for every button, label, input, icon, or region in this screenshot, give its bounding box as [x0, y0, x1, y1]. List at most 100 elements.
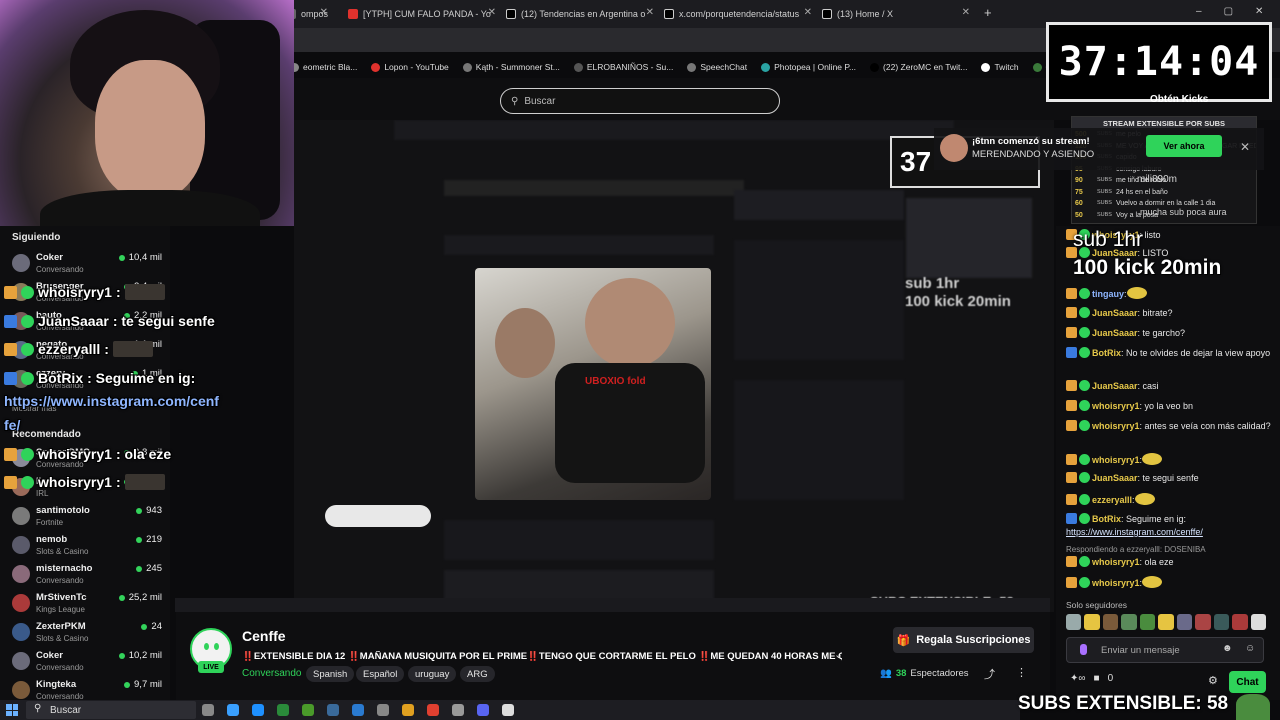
emote-row[interactable] — [1066, 614, 1266, 632]
taskbar-app-icon[interactable] — [502, 704, 514, 716]
chat-username[interactable]: whoisryry1 — [1092, 421, 1140, 431]
taskbar-app-icon[interactable] — [477, 704, 489, 716]
embedded-video-thumbnail[interactable]: UBOXIO fold — [475, 268, 711, 500]
taskbar-search[interactable]: Buscar — [26, 701, 196, 719]
overlay-chat-link[interactable]: https://www.instagram.com/cenf — [4, 393, 219, 409]
smiley-icon[interactable]: ☺ — [1245, 643, 1255, 654]
bookmark-label: Kąth - Summoner St... — [475, 62, 560, 72]
bookmark-item[interactable]: (22) ZeroMC en Twit... — [870, 62, 967, 72]
bookmark-item[interactable]: Kąth - Summoner St... — [462, 62, 560, 72]
taskbar-app-icon[interactable] — [202, 704, 214, 716]
browser-tab[interactable]: x.com/porquetendencia/status ✕ — [664, 4, 812, 24]
chat-username[interactable]: BotRix — [1092, 348, 1121, 358]
close-icon[interactable]: ✕ — [646, 7, 654, 18]
channel-item[interactable]: ZexterPKM Slots & Casino 24 — [12, 619, 162, 647]
maximize-icon[interactable]: ▢ — [1224, 6, 1233, 17]
browser-tab[interactable]: [YTPH] CUM FALO PANDA - Yo ✕ — [348, 4, 496, 24]
kick-icon[interactable]: ✦∞ — [1070, 673, 1086, 684]
close-icon[interactable]: ✕ — [1240, 140, 1250, 154]
chat-username[interactable]: JuanSaaar — [1092, 473, 1138, 483]
chat-username[interactable]: JuanSaaar — [1092, 308, 1138, 318]
close-icon[interactable]: ✕ — [1255, 6, 1263, 17]
channel-category: Slots & Casino — [36, 547, 89, 556]
bookmark-item[interactable]: SpeechChat — [687, 62, 747, 72]
browser-tab[interactable]: ompos ✕ — [290, 4, 328, 24]
share-icon[interactable]: ⤴ — [984, 666, 995, 682]
emote-icon[interactable] — [1158, 614, 1174, 630]
emote-icon[interactable] — [1213, 614, 1230, 630]
windows-start-icon[interactable] — [6, 704, 18, 716]
stream-tag[interactable]: ARG — [460, 666, 495, 682]
streamer-name[interactable]: Cenffe — [242, 628, 286, 644]
taskbar-app-icon[interactable] — [427, 704, 439, 716]
emote-icon[interactable] — [1195, 614, 1211, 630]
taskbar-app-icon[interactable] — [252, 704, 264, 716]
close-icon[interactable]: ✕ — [488, 7, 496, 18]
emote-icon[interactable] — [1102, 614, 1119, 630]
ver-ahora-button[interactable]: Ver ahora — [1146, 135, 1222, 157]
emote-icon[interactable] — [1232, 614, 1248, 630]
channel-item[interactable]: santimotolo Fortnite 943 — [12, 503, 162, 531]
close-icon[interactable]: ✕ — [962, 7, 970, 18]
emote-icon[interactable] — [1176, 614, 1193, 630]
browser-tab[interactable]: (12) Tendencias en Argentina o ✕ — [506, 4, 654, 24]
emote-picker-icon[interactable]: ☻ — [1222, 643, 1233, 654]
channel-item[interactable]: misternacho Conversando 245 — [12, 561, 162, 589]
chevron-down-icon[interactable]: ⌄ — [834, 648, 843, 661]
taskbar-app-icon[interactable] — [227, 704, 239, 716]
channel-item[interactable]: MrStivenTc Kings League 25,2 mil — [12, 590, 162, 618]
chat-username[interactable]: whoisryry1 — [1092, 578, 1140, 588]
chat-username[interactable]: whoisryry1 — [1092, 455, 1140, 465]
chat-username[interactable]: JuanSaaar — [1092, 328, 1138, 338]
taskbar-app-icon[interactable] — [402, 704, 414, 716]
bookmark-item[interactable]: Photopea | Online P... — [761, 62, 856, 72]
chat-link[interactable]: https://www.instagram.com/cenffe/ — [1066, 527, 1203, 537]
emote-icon[interactable] — [1066, 614, 1082, 630]
subs-extensible-counter: SUBS EXTENSIBLE: 58 — [1018, 693, 1229, 714]
taskbar-app-icon[interactable] — [302, 704, 314, 716]
emote-icon[interactable] — [1121, 614, 1137, 630]
minimize-icon[interactable]: – — [1196, 6, 1202, 17]
chat-input[interactable]: Enviar un mensaje — [1066, 637, 1264, 663]
overlay-chat-link[interactable]: fe/ — [4, 417, 20, 433]
obtener-kicks-button[interactable]: Obtén Kicks — [1150, 94, 1208, 105]
chat-username[interactable]: BotRix — [1092, 514, 1121, 524]
emote-icon[interactable] — [1084, 614, 1100, 630]
close-icon[interactable]: ✕ — [804, 7, 812, 18]
close-icon[interactable]: ✕ — [320, 7, 328, 18]
chat-username[interactable]: ezzeryalll — [1092, 495, 1132, 505]
emote-icon[interactable] — [1139, 614, 1156, 630]
more-icon[interactable]: ⋮ — [1016, 666, 1027, 679]
chat-username[interactable]: whoisryry1 — [1092, 401, 1140, 411]
taskbar-app-icon[interactable] — [352, 704, 364, 716]
chat-username[interactable]: tingauy — [1092, 289, 1124, 299]
channel-item[interactable]: nemob Slots & Casino 219 — [12, 532, 162, 560]
channel-item[interactable]: Coker Conversando 10,4 mil — [12, 250, 162, 278]
search-input[interactable]: ⚲ Buscar — [500, 88, 780, 114]
blurred-overlay-text: sub 1hr 100 kick 20min — [905, 275, 1011, 311]
stream-tag[interactable]: uruguay — [408, 666, 457, 682]
taskbar-app-icon[interactable] — [277, 704, 289, 716]
chat-username[interactable]: whoisryry1 — [1092, 557, 1140, 567]
bookmark-item[interactable]: Lopon - YouTube — [371, 62, 449, 72]
subs-label: SUBS — [1097, 188, 1112, 195]
browser-tab[interactable]: (13) Home / X ✕ — [822, 4, 970, 24]
channel-item[interactable]: Coker Conversando 10,2 mil — [12, 648, 162, 676]
gift-subs-button[interactable]: 🎁 Regala Suscripciones — [893, 627, 1034, 653]
stream-tag[interactable]: Español — [356, 666, 405, 682]
gear-icon[interactable]: ⚙ — [1208, 674, 1218, 687]
taskbar-app-icon[interactable] — [452, 704, 464, 716]
stream-tag[interactable]: Spanish — [306, 666, 355, 682]
emote-icon[interactable] — [1250, 614, 1266, 630]
chat-send-button[interactable]: Chat — [1229, 671, 1266, 693]
bookmark-item[interactable]: Twitch — [981, 62, 1019, 72]
taskbar-app-icon[interactable] — [327, 704, 339, 716]
new-tab-button[interactable]: + — [984, 5, 992, 20]
bookmark-item[interactable]: eometric Bla... — [290, 62, 357, 72]
taskbar-app-icon[interactable] — [377, 704, 389, 716]
stream-category[interactable]: Conversando — [242, 668, 301, 679]
bookmark-item[interactable]: ELROBANIÑOS - Su... — [573, 62, 673, 72]
mic-icon[interactable] — [1080, 644, 1087, 655]
chat-username[interactable]: JuanSaaar — [1092, 381, 1138, 391]
viewers-icon: 👥 — [880, 668, 892, 679]
